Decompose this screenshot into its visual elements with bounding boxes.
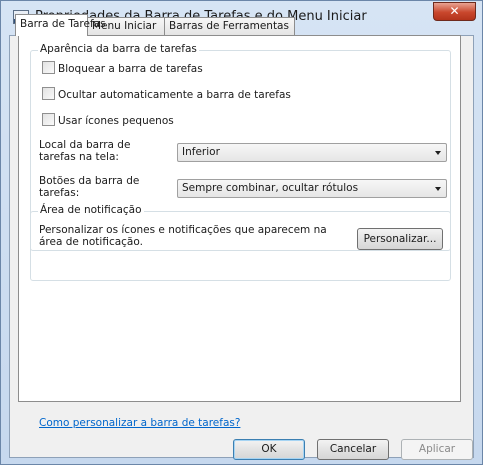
location-select-value: Inferior [182,146,220,158]
taskbar-buttons-label: Botões da barra de tarefas: [39,175,140,199]
small-icons-checkbox-row[interactable]: Usar ícones pequenos [42,113,174,127]
close-button[interactable]: ✕ [433,2,476,21]
taskbar-buttons-select[interactable]: Sempre combinar, ocultar rótulos [177,179,447,198]
properties-dialog-window: Propriedades da Barra de Tarefas e do Me… [0,0,483,465]
small-icons-label: Usar ícones pequenos [58,115,174,127]
taskbar-buttons-select-value: Sempre combinar, ocultar rótulos [182,182,359,194]
close-icon: ✕ [449,4,460,18]
notification-description: Personalizar os ícones e notificações qu… [39,224,327,248]
tab-barras-de-ferramentas[interactable]: Barras de Ferramentas [164,17,295,35]
customize-button[interactable]: Personalizar... [357,228,443,250]
notification-area-group: Área de notificação Personalizar os ícon… [30,204,451,281]
autohide-taskbar-checkbox[interactable] [42,87,55,100]
lock-taskbar-label: Bloquear a barra de tarefas [58,63,203,75]
cancel-button[interactable]: Cancelar [317,439,389,460]
location-select[interactable]: Inferior [177,143,447,162]
lock-taskbar-checkbox[interactable] [42,61,55,74]
location-label: Local da barra de tarefas na tela: [39,139,131,163]
apply-button[interactable]: Aplicar [401,439,473,460]
help-link[interactable]: Como personalizar a barra de tarefas? [39,417,240,429]
tab-label: Barra de Tarefas [20,18,106,30]
lock-taskbar-checkbox-row[interactable]: Bloquear a barra de tarefas [42,61,203,75]
autohide-taskbar-label: Ocultar automaticamente a barra de taref… [58,89,291,101]
autohide-taskbar-checkbox-row[interactable]: Ocultar automaticamente a barra de taref… [42,87,291,101]
ok-button[interactable]: OK [233,439,305,460]
tab-barra-de-tarefas[interactable]: Barra de Tarefas [15,14,106,36]
small-icons-checkbox[interactable] [42,113,55,126]
appearance-group-legend: Aparência da barra de tarefas [38,43,199,55]
dropdown-arrow-icon [435,187,441,191]
tab-panel: Aparência da barra de tarefas Bloquear a… [18,35,461,402]
notification-group-legend: Área de notificação [38,204,144,216]
dropdown-arrow-icon [435,151,441,155]
tab-label: Barras de Ferramentas [169,20,289,32]
